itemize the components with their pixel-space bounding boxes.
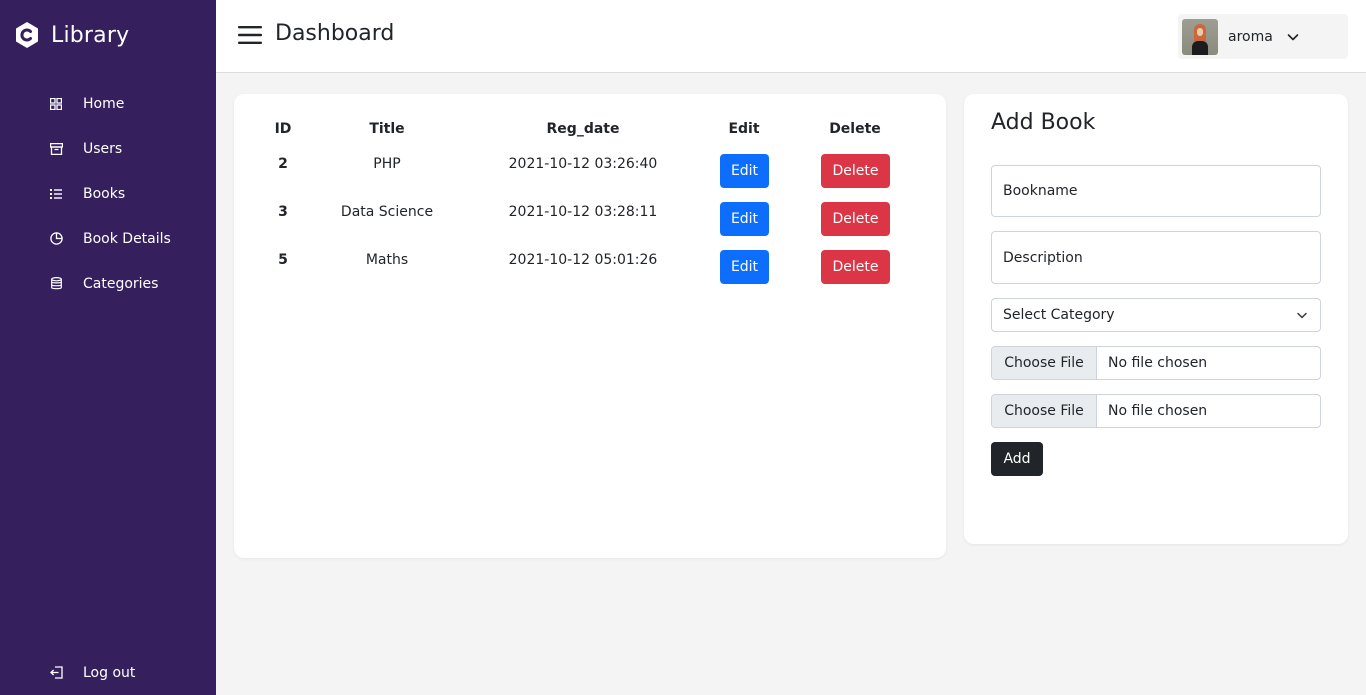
- grid-icon: [49, 97, 63, 111]
- sidebar-item-book-details[interactable]: Book Details: [0, 216, 216, 261]
- brand[interactable]: Library: [16, 22, 129, 48]
- edit-button[interactable]: Edit: [720, 154, 769, 188]
- choose-file-button[interactable]: Choose File: [992, 347, 1097, 379]
- file-input-2[interactable]: Choose File No file chosen: [991, 394, 1321, 428]
- sidebar-item-label: Books: [83, 185, 126, 202]
- delete-button[interactable]: Delete: [821, 154, 890, 188]
- edit-button[interactable]: Edit: [720, 250, 769, 284]
- cell-reg-date: 2021-10-12 03:26:40: [508, 156, 658, 172]
- hamburger-menu-icon[interactable]: [238, 25, 262, 45]
- edit-button[interactable]: Edit: [720, 202, 769, 236]
- c-logo-icon: [16, 22, 38, 48]
- description-input[interactable]: [991, 231, 1321, 284]
- user-name: aroma: [1228, 28, 1273, 45]
- sidebar-item-label: Categories: [83, 275, 159, 292]
- column-header-delete: Delete: [829, 121, 881, 137]
- chevron-down-icon: [1287, 33, 1299, 40]
- logout-icon: [49, 666, 63, 680]
- sidebar-item-users[interactable]: Users: [0, 126, 216, 171]
- column-header-id: ID: [274, 121, 292, 137]
- column-header-title: Title: [369, 121, 405, 137]
- brand-name: Library: [51, 22, 130, 48]
- add-button[interactable]: Add: [991, 442, 1043, 476]
- sidebar: Library Home Users Books Book Details Ca…: [0, 0, 216, 695]
- file-status: No file chosen: [1108, 355, 1208, 371]
- topbar: Dashboard aroma: [216, 0, 1366, 73]
- books-table-card: ID Title Reg_date Edit Delete 2 PHP 2021…: [234, 94, 946, 558]
- list-icon: [49, 187, 63, 201]
- sidebar-item-home[interactable]: Home: [0, 81, 216, 126]
- cell-title: Data Science: [340, 204, 434, 220]
- user-menu[interactable]: aroma: [1178, 14, 1348, 59]
- add-book-card: Add Book Select Category Choose File No …: [964, 94, 1348, 544]
- category-select-value: Select Category: [1003, 307, 1115, 323]
- database-icon: [49, 277, 63, 291]
- category-select[interactable]: Select Category: [991, 298, 1321, 332]
- file-status: No file chosen: [1108, 403, 1208, 419]
- choose-file-button[interactable]: Choose File: [992, 395, 1097, 427]
- cell-reg-date: 2021-10-12 03:28:11: [508, 204, 658, 220]
- delete-button[interactable]: Delete: [821, 250, 890, 284]
- form-title: Add Book: [991, 110, 1096, 135]
- pie-chart-icon: [49, 232, 63, 246]
- cell-id: 5: [278, 252, 288, 268]
- avatar: [1182, 18, 1218, 55]
- file-input-1[interactable]: Choose File No file chosen: [991, 346, 1321, 380]
- archive-icon: [49, 142, 63, 156]
- page-title: Dashboard: [275, 21, 395, 46]
- bookname-input[interactable]: [991, 165, 1321, 217]
- chevron-down-icon: [1297, 312, 1307, 319]
- cell-reg-date: 2021-10-12 05:01:26: [508, 252, 658, 268]
- sidebar-item-books[interactable]: Books: [0, 171, 216, 216]
- cell-title: PHP: [373, 156, 401, 172]
- sidebar-item-categories[interactable]: Categories: [0, 261, 216, 306]
- sidebar-nav: Home Users Books Book Details Categories: [0, 81, 216, 306]
- logout-label: Log out: [83, 664, 136, 681]
- column-header-reg-date: Reg_date: [546, 121, 620, 137]
- cell-title: Maths: [365, 252, 409, 268]
- sidebar-item-label: Home: [83, 95, 125, 112]
- delete-button[interactable]: Delete: [821, 202, 890, 236]
- sidebar-item-label: Users: [83, 140, 123, 157]
- cell-id: 3: [278, 204, 288, 220]
- logout-button[interactable]: Log out: [0, 650, 216, 695]
- sidebar-item-label: Book Details: [83, 230, 171, 247]
- column-header-edit: Edit: [728, 121, 760, 137]
- cell-id: 2: [278, 156, 288, 172]
